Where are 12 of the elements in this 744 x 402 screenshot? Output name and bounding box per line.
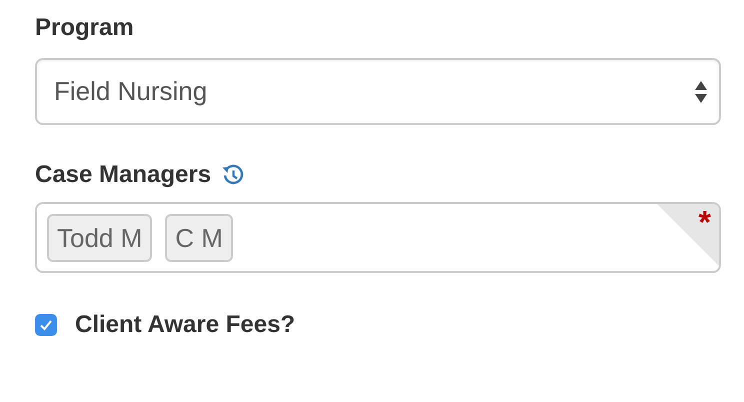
checkmark-icon: [39, 319, 53, 331]
history-icon[interactable]: [221, 163, 246, 187]
sort-arrows-icon: [695, 80, 707, 102]
checkbox[interactable]: [35, 314, 57, 336]
checkbox-label: Client Aware Fees?: [75, 311, 296, 339]
tag-chip[interactable]: C M: [165, 214, 233, 262]
tag-chip[interactable]: Todd M: [47, 214, 152, 262]
field-label: Program: [35, 14, 135, 42]
field-label: Case Managers: [35, 161, 212, 189]
required-mark: *: [698, 206, 711, 238]
program-select[interactable]: Field Nursing: [35, 58, 721, 125]
tag-input-field[interactable]: Todd M C M *: [35, 202, 721, 273]
